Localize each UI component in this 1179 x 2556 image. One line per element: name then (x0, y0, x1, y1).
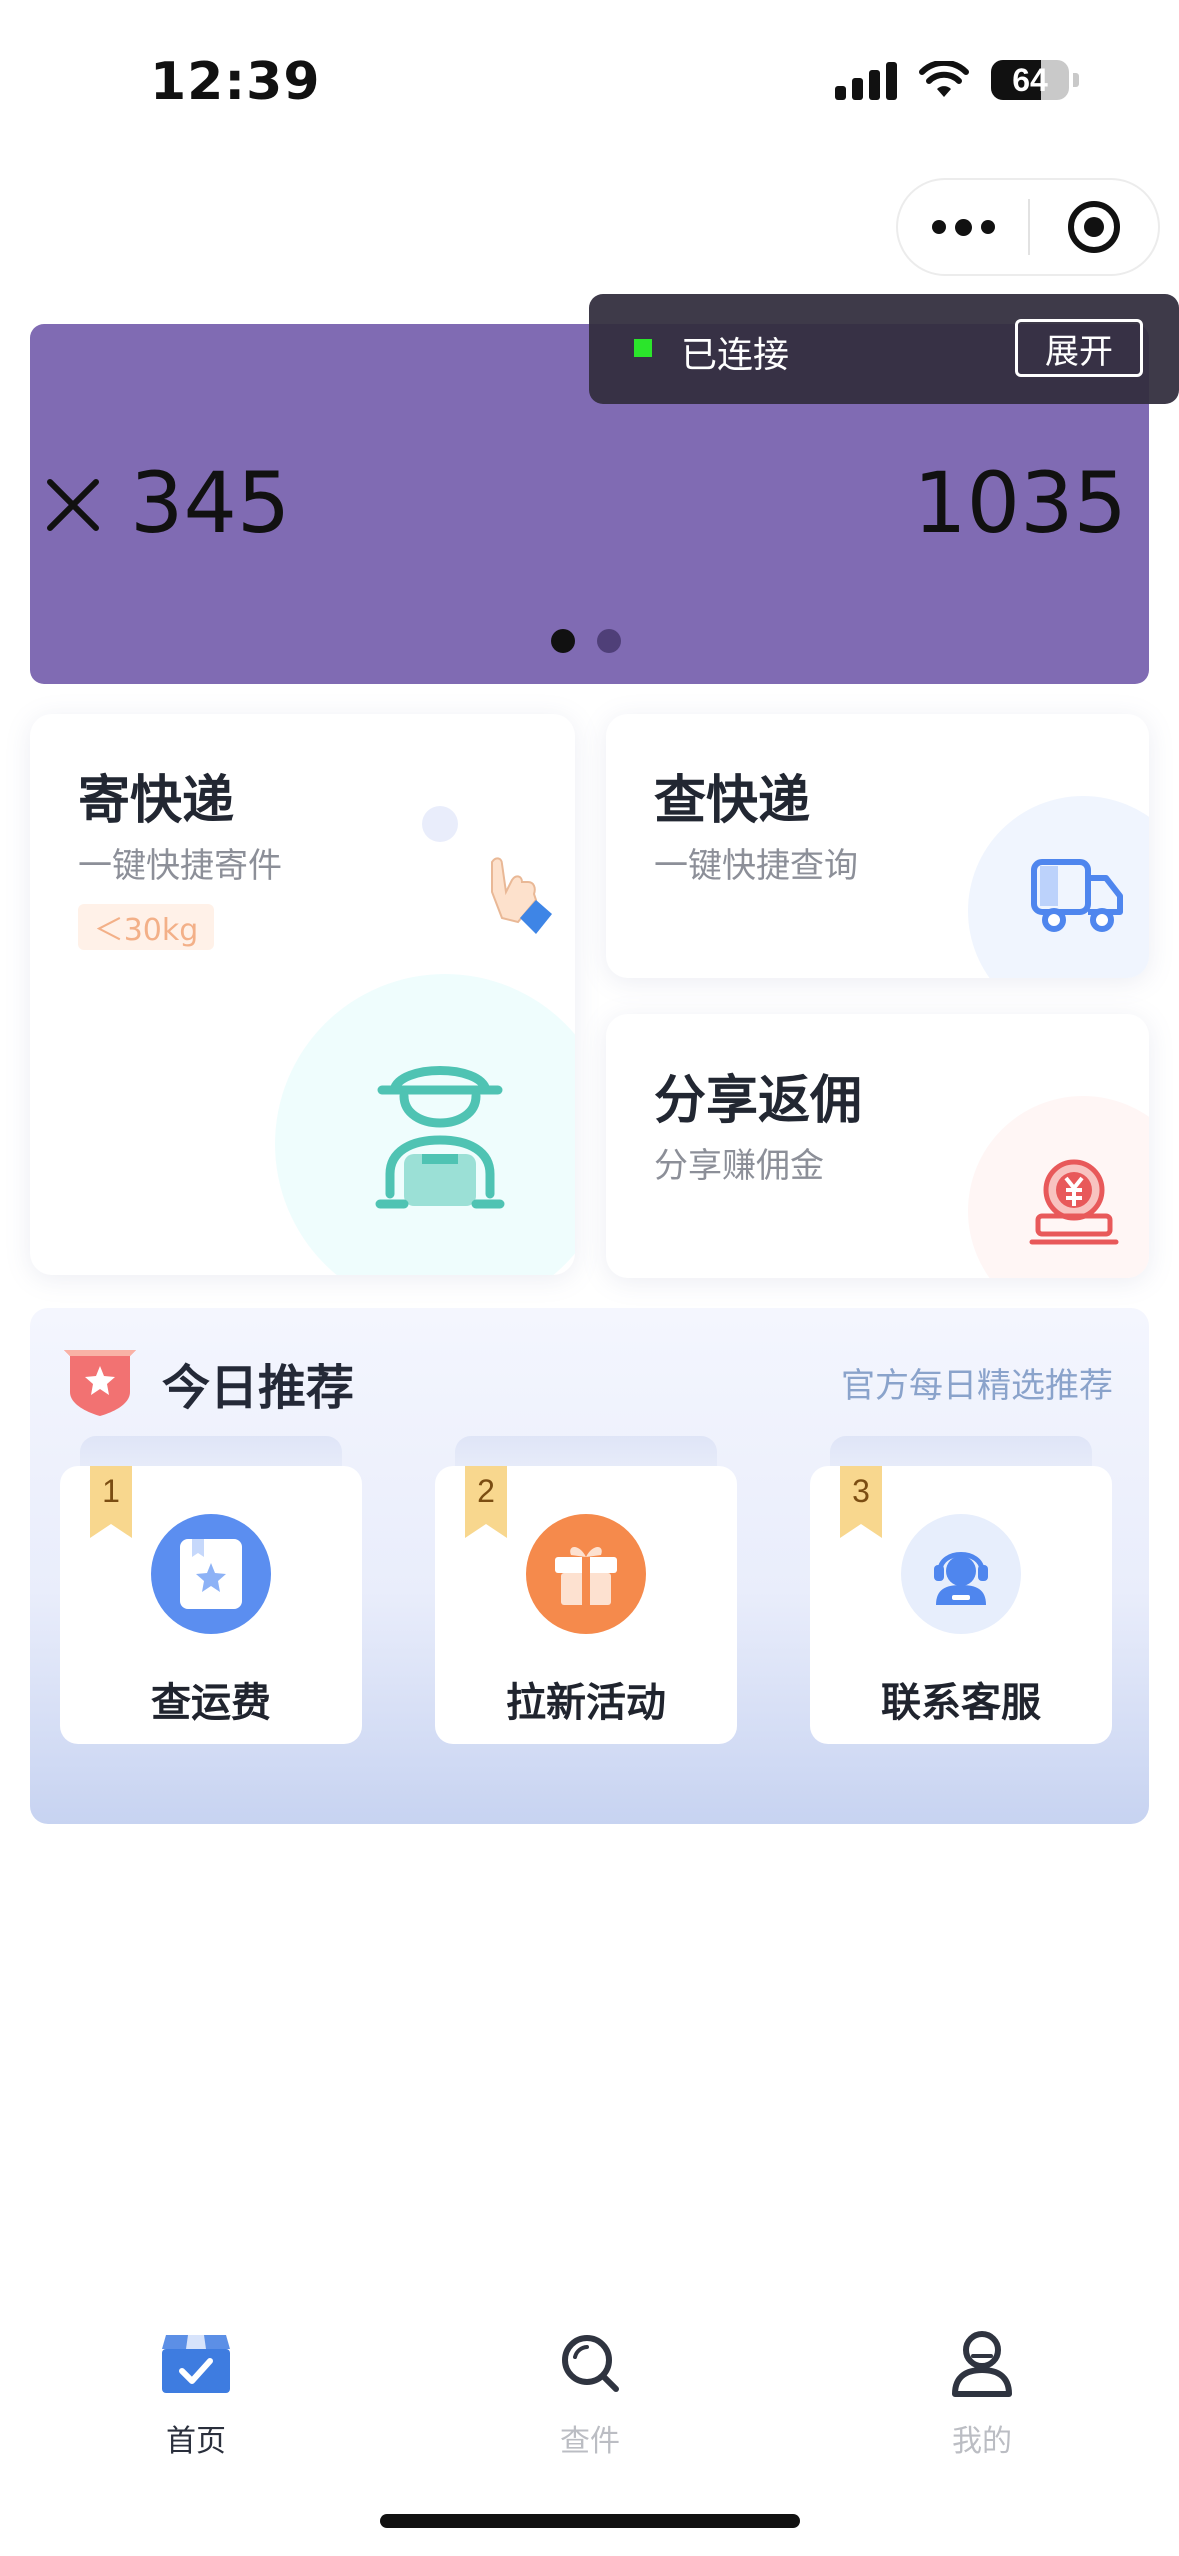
recommend-item-freight[interactable]: 1 查运费 (60, 1436, 362, 1744)
banner-dot-1[interactable] (551, 629, 575, 653)
status-time: 12:39 (150, 52, 321, 112)
decor-dot (422, 806, 458, 842)
tile-body: 2 拉新活动 (435, 1466, 737, 1744)
tab-home[interactable]: 首页 (96, 2320, 296, 2460)
tab-profile[interactable]: 我的 (882, 2320, 1082, 2460)
share-rebate-subtitle: 分享赚佣金 (654, 1146, 824, 1186)
close-miniprogram-button[interactable] (1030, 199, 1158, 255)
section-title: 今日推荐 (162, 1360, 355, 1416)
tab-label: 我的 (952, 2424, 1012, 2459)
rank-number: 2 (477, 1473, 495, 1509)
truck-icon (1031, 859, 1123, 932)
battery-icon: 64 (991, 60, 1069, 100)
banner-left-value: 345 (130, 454, 291, 552)
tile-body: 1 查运费 (60, 1466, 362, 1744)
profile-icon (952, 2331, 1012, 2397)
rank-ribbon: 3 (840, 1466, 882, 1538)
share-rebate-card[interactable]: 分享返佣 分享赚佣金 (606, 1014, 1149, 1278)
tab-search[interactable]: 查件 (490, 2320, 690, 2460)
query-express-title: 查快递 (654, 771, 811, 831)
query-express-card[interactable]: 查快递 一键快捷查询 (606, 714, 1149, 978)
miniprogram-capsule (896, 178, 1160, 276)
banner-pagination (551, 629, 621, 653)
connection-status-dot (634, 339, 652, 357)
tile-body: 3 联系客服 (810, 1466, 1112, 1744)
tab-label: 首页 (166, 2424, 226, 2459)
weight-limit-tag: ＜30kg (78, 904, 214, 950)
tab-bar: 首页 查件 我的 (0, 2300, 1179, 2480)
today-recommend-section: 今日推荐 官方每日精选推荐 1 查运费 2 拉新活动 3 联系客服 (30, 1308, 1149, 1824)
share-rebate-title: 分享返佣 (654, 1071, 863, 1131)
tab-label: 查件 (560, 2424, 620, 2459)
section-more-link[interactable]: 官方每日精选推荐 (841, 1358, 1113, 1407)
rank-ribbon: 1 (90, 1466, 132, 1538)
wifi-icon (919, 61, 969, 97)
target-icon (1068, 201, 1120, 253)
send-express-subtitle: 一键快捷寄件 (78, 846, 282, 886)
star-badge-icon (64, 1350, 136, 1416)
hand-icon (491, 857, 552, 934)
recommend-label: 查运费 (151, 1680, 271, 1726)
gift-icon (555, 1547, 617, 1605)
send-express-card[interactable]: 寄快递 一键快捷寄件 ＜30kg (30, 714, 575, 1275)
rank-number: 3 (852, 1473, 870, 1509)
recommend-item-promotion[interactable]: 2 拉新活动 (435, 1436, 737, 1744)
rank-ribbon: 2 (465, 1466, 507, 1538)
customer-service-icon (934, 1552, 988, 1605)
expand-button[interactable]: 展开 (1015, 319, 1143, 377)
search-icon (562, 2335, 619, 2392)
connection-toast: 已连接 展开 (589, 294, 1179, 404)
battery-level: 64 (1012, 61, 1048, 98)
recommend-label: 联系客服 (881, 1680, 1041, 1726)
signal-icon (835, 60, 897, 100)
home-box-icon (162, 2335, 230, 2393)
battery-cap (1073, 73, 1079, 87)
freight-icon-circle (151, 1514, 271, 1634)
status-icons: 64 (835, 60, 1079, 100)
connection-status-text: 已连接 (681, 335, 790, 376)
bookmark-star-icon (180, 1539, 242, 1609)
recommend-item-support[interactable]: 3 联系客服 (810, 1436, 1112, 1744)
send-express-title: 寄快递 (78, 771, 235, 831)
recommend-label: 拉新活动 (506, 1680, 666, 1726)
promotion-icon-circle (526, 1514, 646, 1634)
banner-dot-2[interactable] (597, 629, 621, 653)
support-icon-circle (901, 1514, 1021, 1634)
rank-number: 1 (102, 1473, 120, 1509)
banner-right-value: 1035 (913, 454, 1127, 552)
home-indicator (380, 2514, 800, 2528)
more-button[interactable] (898, 180, 1028, 274)
close-icon[interactable] (42, 474, 104, 536)
courier-icon (375, 1066, 505, 1209)
coin-icon (1029, 1159, 1119, 1245)
query-express-subtitle: 一键快捷查询 (654, 846, 858, 886)
